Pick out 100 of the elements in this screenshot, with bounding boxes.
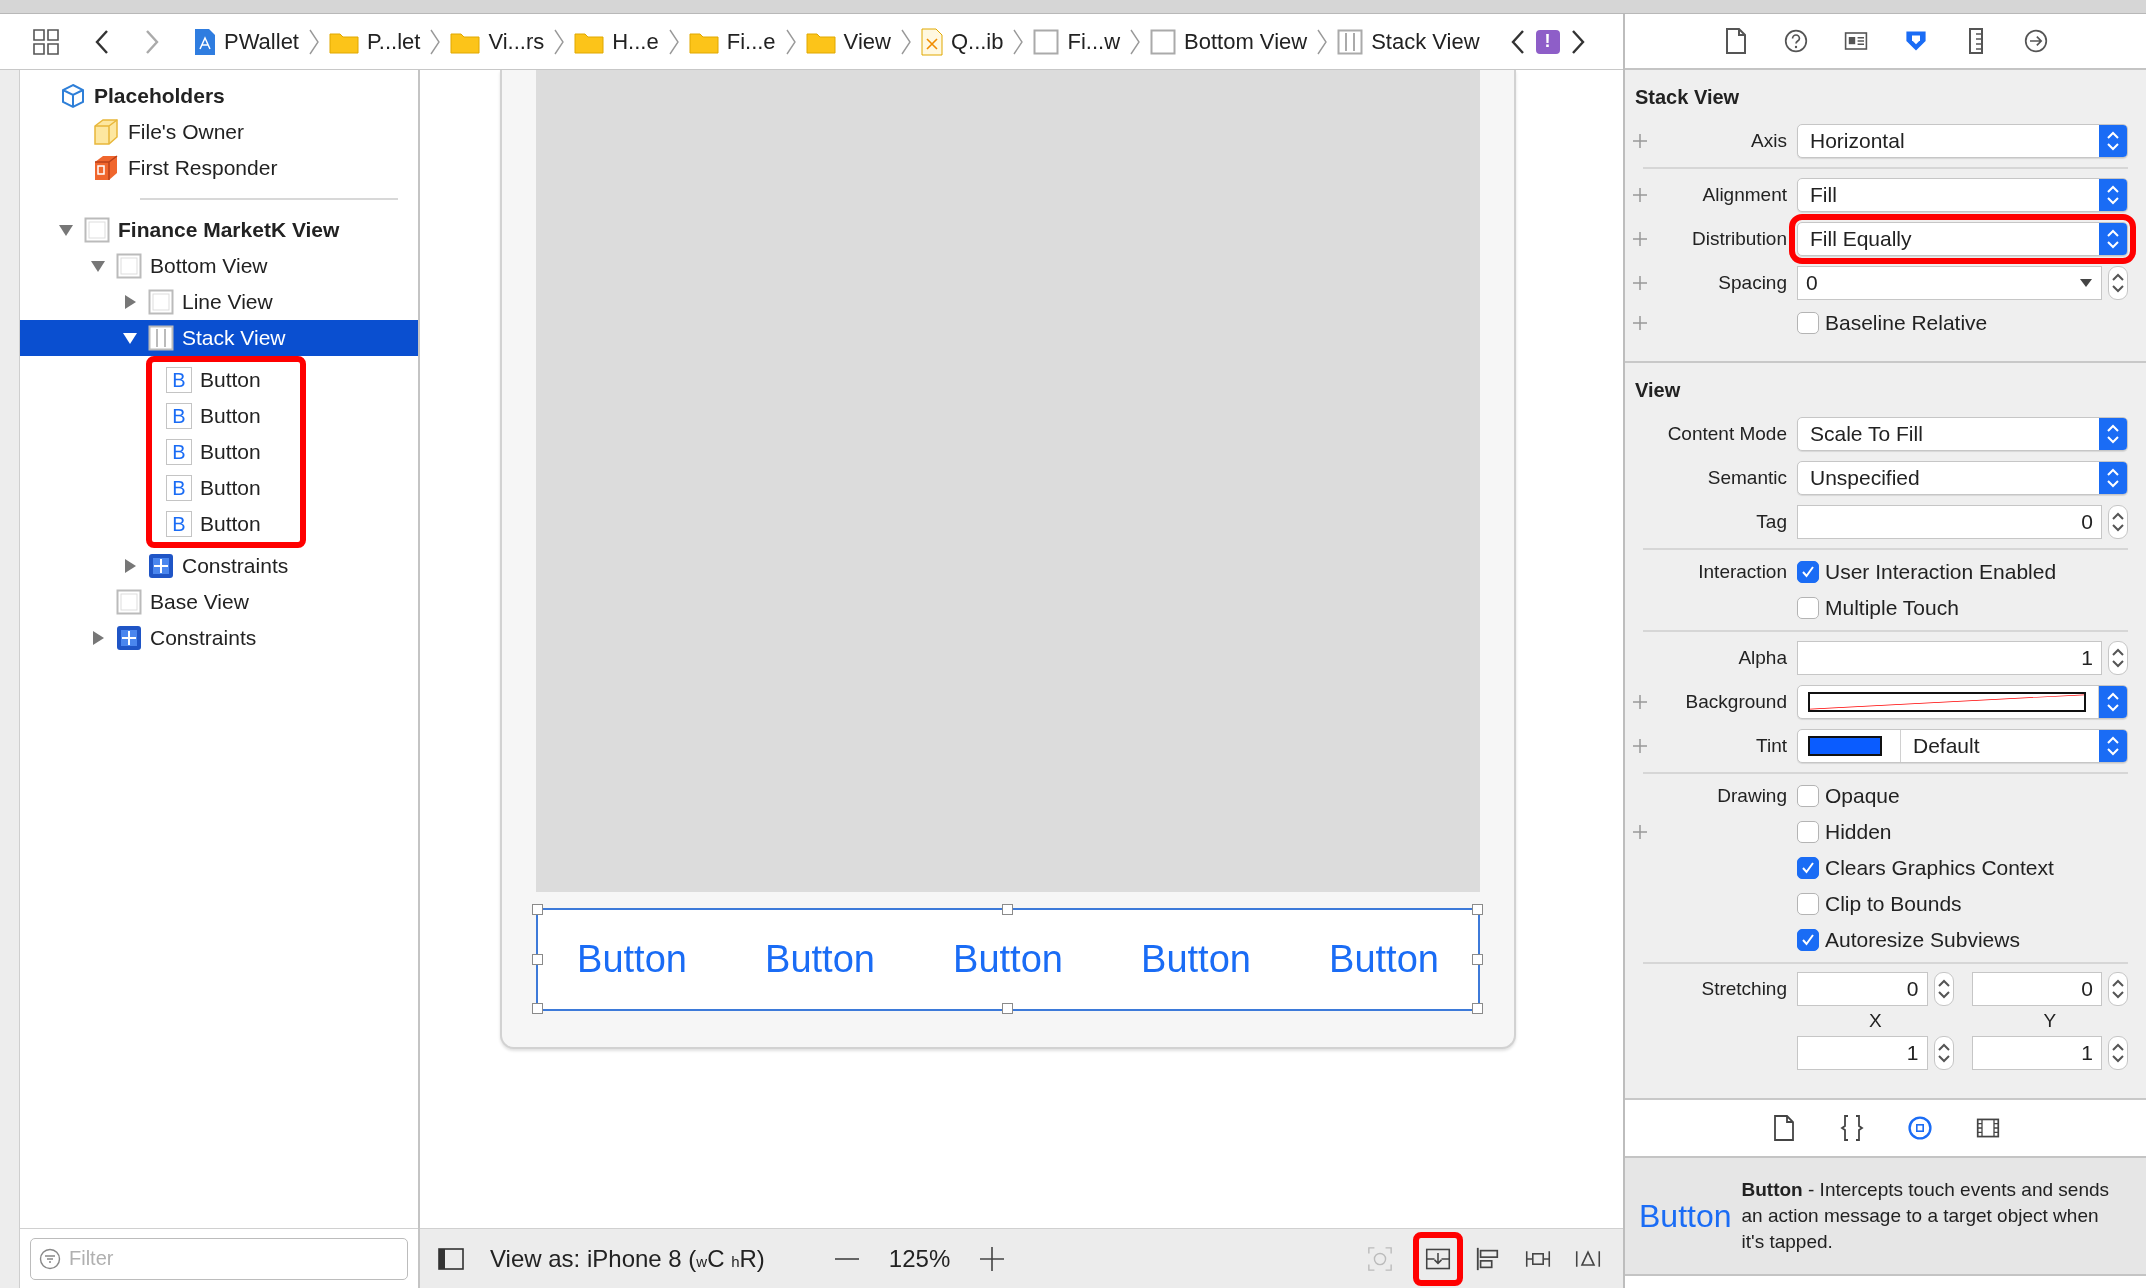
breadcrumb[interactable]: P...let xyxy=(329,28,421,55)
document-icon xyxy=(920,27,943,56)
canvas-button[interactable]: Button xyxy=(726,937,914,982)
resize-handle[interactable] xyxy=(532,1003,543,1014)
breadcrumb[interactable]: PWallet xyxy=(194,27,299,56)
checkbox[interactable] xyxy=(1797,857,1819,879)
canvas-button[interactable]: Button xyxy=(1102,937,1290,982)
resize-handle[interactable] xyxy=(1472,953,1483,965)
resize-handle[interactable] xyxy=(1002,904,1013,915)
zoom-in-icon[interactable] xyxy=(980,1246,1005,1271)
view-icon xyxy=(84,217,110,243)
up-down-arrows-icon xyxy=(2106,735,2120,757)
chevron-separator-icon xyxy=(430,27,441,56)
field-label: Alignment xyxy=(1701,183,1787,207)
breadcrumb[interactable]: Stack View xyxy=(1337,28,1480,55)
outline-item[interactable]: B Button xyxy=(152,506,300,542)
popup-button[interactable]: Horizontal xyxy=(1797,124,2128,158)
popup-button[interactable]: Fill xyxy=(1797,178,2128,212)
up-down-arrows-icon xyxy=(1936,978,1951,1000)
color-picker[interactable] xyxy=(1797,685,2128,719)
object-icon xyxy=(1907,1113,1932,1143)
breadcrumb[interactable]: Fi...e xyxy=(688,28,776,55)
expand-triangle-icon[interactable] xyxy=(122,294,138,310)
popup-button[interactable]: Scale To Fill xyxy=(1797,417,2128,451)
combo-field[interactable]: 0 xyxy=(1797,266,2102,300)
canvas-button[interactable]: Button xyxy=(1290,937,1478,982)
outline-item[interactable]: Stack View xyxy=(20,320,418,356)
outline-item[interactable]: B Button xyxy=(152,470,300,506)
toolbar-button[interactable] xyxy=(1413,1231,1463,1286)
number-field[interactable]: 0 xyxy=(1797,972,1928,1006)
outline-item[interactable]: Constraints xyxy=(20,620,418,656)
collapse-triangle-icon[interactable] xyxy=(122,330,138,346)
item-description: Button - Intercepts touch events and sends an action message to a target object when it's tapped. xyxy=(1741,1178,2110,1254)
cube-icon xyxy=(92,154,120,182)
collapse-triangle-icon[interactable] xyxy=(58,222,74,238)
outline-item[interactable]: B Button xyxy=(152,362,300,398)
checkbox[interactable] xyxy=(1797,929,1819,951)
stepper[interactable] xyxy=(2108,641,2128,675)
checkbox[interactable] xyxy=(1797,561,1819,583)
outline-item[interactable]: File's Owner xyxy=(20,114,418,150)
expand-triangle-icon[interactable] xyxy=(122,558,138,574)
number-field[interactable]: 1 xyxy=(1797,641,2102,675)
stepper[interactable] xyxy=(1933,972,1954,1006)
number-field[interactable]: 0 xyxy=(1797,505,2102,539)
chevron-separator-icon xyxy=(554,27,565,56)
field-label: Spacing xyxy=(1717,271,1787,295)
grid-icon[interactable] xyxy=(32,27,60,56)
checkbox[interactable] xyxy=(1797,597,1819,619)
field-label: Alpha xyxy=(1737,646,1787,670)
outline-item[interactable]: First Responder xyxy=(20,150,418,186)
breadcrumb[interactable]: Fi...w xyxy=(1033,28,1121,55)
breadcrumb[interactable]: Vi...rs xyxy=(450,28,545,55)
outline-item[interactable]: Base View xyxy=(20,584,418,620)
color-picker[interactable]: Default xyxy=(1797,729,2128,763)
field-caption: X xyxy=(1867,1010,1883,1032)
number-field[interactable]: 0 xyxy=(1971,972,2102,1006)
back-icon[interactable] xyxy=(94,28,110,55)
canvas-button[interactable]: Button xyxy=(538,937,726,982)
previous-issue-icon[interactable] xyxy=(1509,28,1526,55)
stepper[interactable] xyxy=(2108,972,2128,1006)
stepper[interactable] xyxy=(1933,1036,1954,1070)
checkbox[interactable] xyxy=(1797,785,1819,807)
sidebar-toggle-icon[interactable] xyxy=(438,1247,464,1270)
resize-handle[interactable] xyxy=(1472,904,1483,915)
stepper[interactable] xyxy=(2108,1036,2128,1070)
checkbox[interactable] xyxy=(1797,312,1819,334)
stepper[interactable] xyxy=(2108,505,2128,539)
breadcrumb[interactable]: H...e xyxy=(574,28,659,55)
resize-handle[interactable] xyxy=(532,904,543,915)
breadcrumb[interactable]: View xyxy=(805,28,891,55)
outline-item[interactable]: Finance MarketK View xyxy=(20,212,418,248)
breadcrumb[interactable]: Q...ib xyxy=(920,27,1004,56)
outline-item[interactable]: Bottom View xyxy=(20,248,418,284)
resize-handle[interactable] xyxy=(1002,1003,1013,1014)
view-icon xyxy=(1033,28,1060,55)
outline-item[interactable]: B Button xyxy=(152,434,300,470)
breadcrumb[interactable]: Bottom View xyxy=(1150,28,1308,55)
expand-triangle-icon[interactable] xyxy=(90,630,106,646)
checkbox-label: Opaque xyxy=(1825,784,1900,808)
popup-button[interactable]: Unspecified xyxy=(1797,461,2128,495)
resize-handle[interactable] xyxy=(1472,1003,1483,1014)
cube-icon xyxy=(60,83,86,109)
collapse-triangle-icon[interactable] xyxy=(90,258,106,274)
number-field[interactable]: 1 xyxy=(1971,1036,2102,1070)
zoom-out-icon[interactable] xyxy=(834,1256,859,1261)
outline-item[interactable]: Constraints xyxy=(20,548,418,584)
checkbox[interactable] xyxy=(1797,893,1819,915)
stack-view-icon xyxy=(1337,28,1364,55)
stepper[interactable] xyxy=(2108,266,2128,300)
issue-badge[interactable]: ! xyxy=(1535,29,1560,54)
outline-item[interactable]: Line View xyxy=(20,284,418,320)
number-field[interactable]: 1 xyxy=(1797,1036,1928,1070)
library-item[interactable]: Button Button - Intercepts touch events and sends an action message to a target object when it's tapped. xyxy=(1625,1158,2146,1276)
filter-field[interactable]: Filter xyxy=(30,1237,408,1280)
dropdown-arrow-icon xyxy=(2079,278,2093,288)
outline-item[interactable]: B Button xyxy=(152,398,300,434)
checkbox[interactable] xyxy=(1797,821,1819,843)
canvas-button[interactable]: Button xyxy=(914,937,1102,982)
next-issue-icon[interactable] xyxy=(1569,28,1586,55)
resize-handle[interactable] xyxy=(532,953,543,965)
